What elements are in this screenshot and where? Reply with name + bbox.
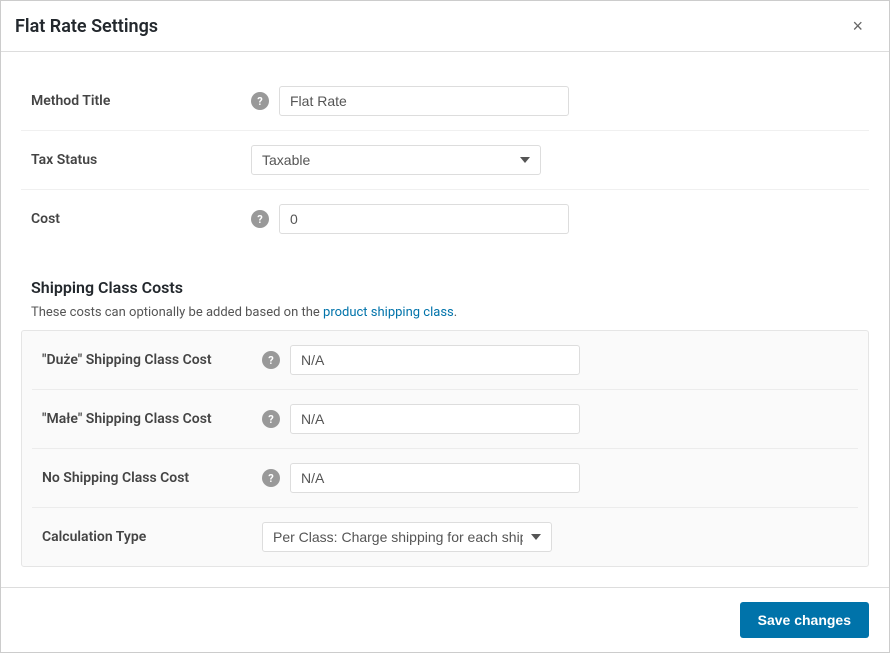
basic-settings-section: Method Title ? Tax Status Taxable None C… — [21, 72, 869, 258]
dze-help-icon: ? — [262, 351, 280, 369]
tax-status-select[interactable]: Taxable None — [251, 145, 541, 175]
modal-footer: Save changes — [1, 587, 889, 652]
section-desc-prefix: These costs can optionally be added base… — [31, 305, 323, 320]
male-row: "Małe" Shipping Class Cost ? — [32, 390, 858, 449]
close-button[interactable]: × — [846, 15, 869, 37]
cost-help-icon: ? — [251, 210, 269, 228]
calc-type-row: Calculation Type Per Class: Charge shipp… — [32, 508, 858, 566]
modal-body: Method Title ? Tax Status Taxable None C… — [1, 52, 889, 587]
cost-input[interactable] — [279, 204, 569, 234]
cost-label: Cost — [31, 211, 251, 227]
shipping-class-rows: "Duże" Shipping Class Cost ? "Małe" Ship… — [21, 330, 869, 567]
no-class-label: No Shipping Class Cost — [42, 470, 262, 486]
male-help-icon: ? — [262, 410, 280, 428]
product-shipping-class-link[interactable]: product shipping class — [323, 305, 454, 320]
save-changes-button[interactable]: Save changes — [740, 602, 869, 638]
no-class-row: No Shipping Class Cost ? — [32, 449, 858, 508]
no-class-input[interactable] — [290, 463, 580, 493]
method-title-row: Method Title ? — [21, 72, 869, 131]
dze-label: "Duże" Shipping Class Cost — [42, 352, 262, 368]
shipping-class-section: Shipping Class Costs These costs can opt… — [21, 268, 869, 567]
male-label: "Małe" Shipping Class Cost — [42, 411, 262, 427]
method-title-label: Method Title — [31, 93, 251, 109]
dze-input[interactable] — [290, 345, 580, 375]
method-title-input[interactable] — [279, 86, 569, 116]
dze-row: "Duże" Shipping Class Cost ? — [32, 331, 858, 390]
modal-title: Flat Rate Settings — [15, 16, 158, 37]
calc-type-label: Calculation Type — [42, 529, 262, 545]
modal-header: Flat Rate Settings × — [1, 1, 889, 52]
modal-flat-rate-settings: Flat Rate Settings × Method Title ? Tax … — [0, 0, 890, 653]
section-desc-suffix: . — [454, 305, 457, 320]
shipping-class-desc: These costs can optionally be added base… — [21, 305, 869, 330]
calc-type-select[interactable]: Per Class: Charge shipping for each ship… — [262, 522, 552, 552]
tax-status-row: Tax Status Taxable None — [21, 131, 869, 190]
tax-status-label: Tax Status — [31, 152, 251, 168]
no-class-help-icon: ? — [262, 469, 280, 487]
male-input[interactable] — [290, 404, 580, 434]
method-title-help-icon: ? — [251, 92, 269, 110]
cost-row: Cost ? — [21, 190, 869, 248]
shipping-class-title: Shipping Class Costs — [21, 268, 869, 297]
